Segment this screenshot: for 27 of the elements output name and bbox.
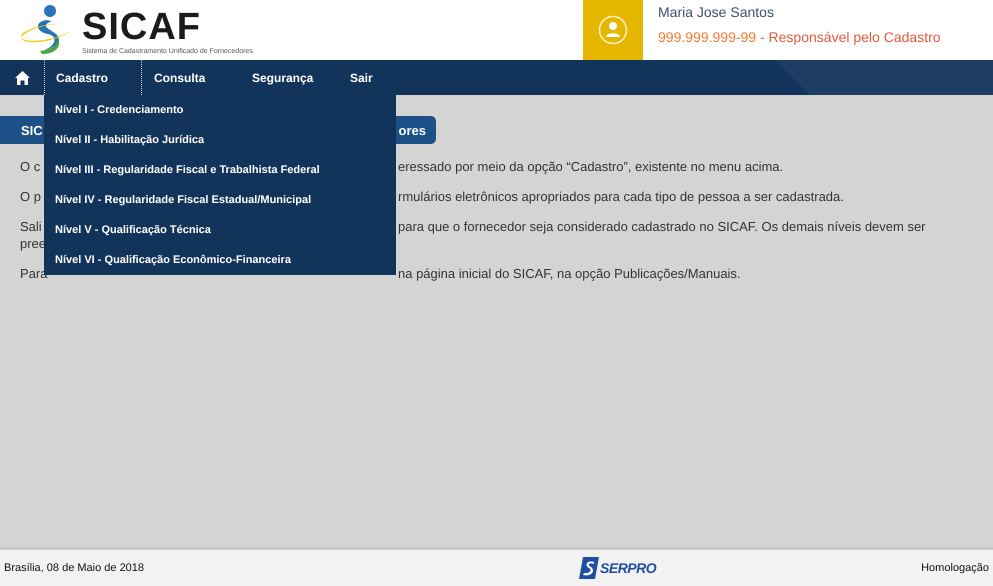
- user-role: - Responsável pelo Cadastro: [758, 29, 941, 45]
- dropdown-item[interactable]: Nível VI - Qualificação Econômico-Financeira: [44, 245, 396, 275]
- user-document: 999.999.999-99: [658, 29, 756, 45]
- menu-item[interactable]: Sair: [338, 60, 436, 95]
- paragraph-text: na página inicial do SICAF, na opção Publicações/Manuais.: [398, 265, 742, 282]
- paragraph-text: para que o fornecedor seja considerado cadastrado no SICAF. Os demais níveis devem ser: [398, 218, 927, 236]
- paragraph-text: rmulários eletrônicos apropriados para cada tipo de pessoa a ser cadastrada.: [398, 188, 845, 205]
- page-title: SIC: [21, 122, 43, 138]
- page-title: ores: [398, 122, 426, 138]
- paragraph-text: O p: [20, 188, 41, 205]
- paragraph-text: O c: [20, 158, 40, 175]
- logo-title: SICAF: [82, 9, 201, 45]
- menu-item[interactable]: Consulta: [142, 60, 240, 95]
- dropdown-item[interactable]: Nível V - Qualificação Técnica: [44, 215, 396, 245]
- menu-item[interactable]: Segurança: [240, 60, 338, 95]
- dropdown-item[interactable]: Nível II - Habilitação Jurídica: [44, 125, 396, 155]
- brand-name: SERPRO: [600, 560, 656, 576]
- paragraph-text: eressado por meio da opção “Cadastro”, existente no menu acima.: [398, 158, 784, 175]
- user-name: Maria Jose Santos: [658, 4, 775, 20]
- dropdown-item[interactable]: Nível III - Regularidade Fiscal e Trabalhista Federal: [44, 155, 396, 185]
- environment-label: Homologação: [921, 562, 989, 574]
- footer-date: Brasília, 08 de Maio de 2018: [4, 562, 144, 574]
- dropdown-item[interactable]: Nível IV - Regularidade Fiscal Estadual/Municipal: [44, 185, 396, 215]
- paragraph-text: Sali: [20, 218, 42, 235]
- brand-icon: [579, 557, 600, 579]
- dropdown-item[interactable]: Nível I - Credenciamento: [44, 95, 396, 125]
- user-icon: [598, 15, 628, 45]
